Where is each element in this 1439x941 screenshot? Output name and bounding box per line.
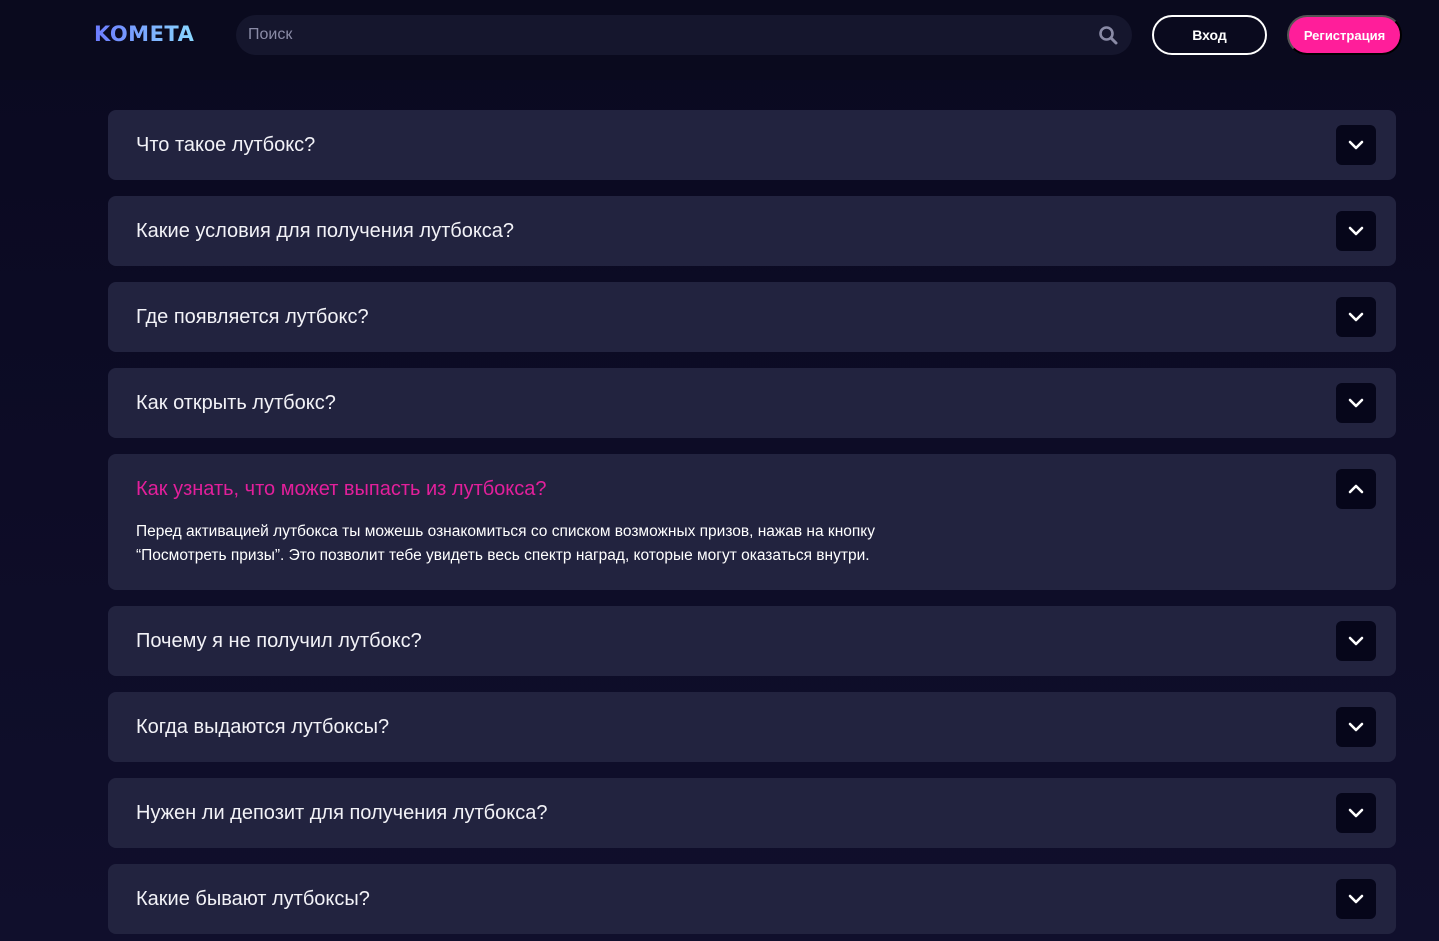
faq-question[interactable]: Какие бывают лутбоксы? bbox=[108, 864, 1396, 934]
faq-question[interactable]: Когда выдаются лутбоксы? bbox=[108, 692, 1396, 762]
expand-toggle-button[interactable] bbox=[1336, 125, 1376, 165]
faq-item[interactable]: Когда выдаются лутбоксы? bbox=[108, 692, 1396, 762]
expand-toggle-button[interactable] bbox=[1336, 879, 1376, 919]
search-icon[interactable] bbox=[1098, 25, 1118, 45]
faq-item-expanded[interactable]: Как узнать, что может выпасть из лутбокс… bbox=[108, 454, 1396, 590]
chevron-down-icon bbox=[1348, 894, 1364, 904]
chevron-down-icon bbox=[1348, 636, 1364, 646]
chevron-down-icon bbox=[1348, 312, 1364, 322]
faq-item[interactable]: Какие условия для получения лутбокса? bbox=[108, 196, 1396, 266]
faq-question[interactable]: Как открыть лутбокс? bbox=[108, 368, 1396, 438]
expand-toggle-button[interactable] bbox=[1336, 793, 1376, 833]
chevron-down-icon bbox=[1348, 140, 1364, 150]
chevron-down-icon bbox=[1348, 722, 1364, 732]
expand-toggle-button[interactable] bbox=[1336, 621, 1376, 661]
faq-item[interactable]: Почему я не получил лутбокс? bbox=[108, 606, 1396, 676]
collapse-toggle-button[interactable] bbox=[1336, 469, 1376, 509]
chevron-down-icon bbox=[1348, 808, 1364, 818]
faq-item[interactable]: Где появляется лутбокс? bbox=[108, 282, 1396, 352]
faq-item[interactable]: Как открыть лутбокс? bbox=[108, 368, 1396, 438]
chevron-down-icon bbox=[1348, 226, 1364, 236]
login-button[interactable]: Вход bbox=[1152, 15, 1267, 55]
faq-question[interactable]: Где появляется лутбокс? bbox=[108, 282, 1396, 352]
chevron-up-icon bbox=[1348, 484, 1364, 494]
faq-question[interactable]: Как узнать, что может выпасть из лутбокс… bbox=[108, 454, 1396, 524]
faq-answer: Перед активацией лутбокса ты можешь озна… bbox=[136, 523, 875, 564]
search-bar bbox=[236, 15, 1132, 55]
faq-question[interactable]: Какие условия для получения лутбокса? bbox=[108, 196, 1396, 266]
expand-toggle-button[interactable] bbox=[1336, 707, 1376, 747]
top-header: KOMETA Вход Регистрация bbox=[0, 0, 1439, 80]
faq-item[interactable]: Что такое лутбокс? bbox=[108, 110, 1396, 180]
faq-question[interactable]: Что такое лутбокс? bbox=[108, 110, 1396, 180]
register-button[interactable]: Регистрация bbox=[1287, 15, 1402, 55]
faq-item[interactable]: Нужен ли депозит для получения лутбокса? bbox=[108, 778, 1396, 848]
faq-item[interactable]: Какие бывают лутбоксы? bbox=[108, 864, 1396, 934]
faq-question[interactable]: Нужен ли депозит для получения лутбокса? bbox=[108, 778, 1396, 848]
expand-toggle-button[interactable] bbox=[1336, 211, 1376, 251]
expand-toggle-button[interactable] bbox=[1336, 383, 1376, 423]
search-input[interactable] bbox=[236, 15, 1076, 55]
kometa-logo[interactable]: KOMETA bbox=[94, 22, 194, 46]
page: KOMETA Вход Регистрация Ч Что такое лутб… bbox=[0, 0, 1439, 941]
faq-list: Что такое лутбокс? Какие условия для пол… bbox=[108, 110, 1396, 941]
faq-question[interactable]: Почему я не получил лутбокс? bbox=[108, 606, 1396, 676]
chevron-down-icon bbox=[1348, 398, 1364, 408]
expand-toggle-button[interactable] bbox=[1336, 297, 1376, 337]
